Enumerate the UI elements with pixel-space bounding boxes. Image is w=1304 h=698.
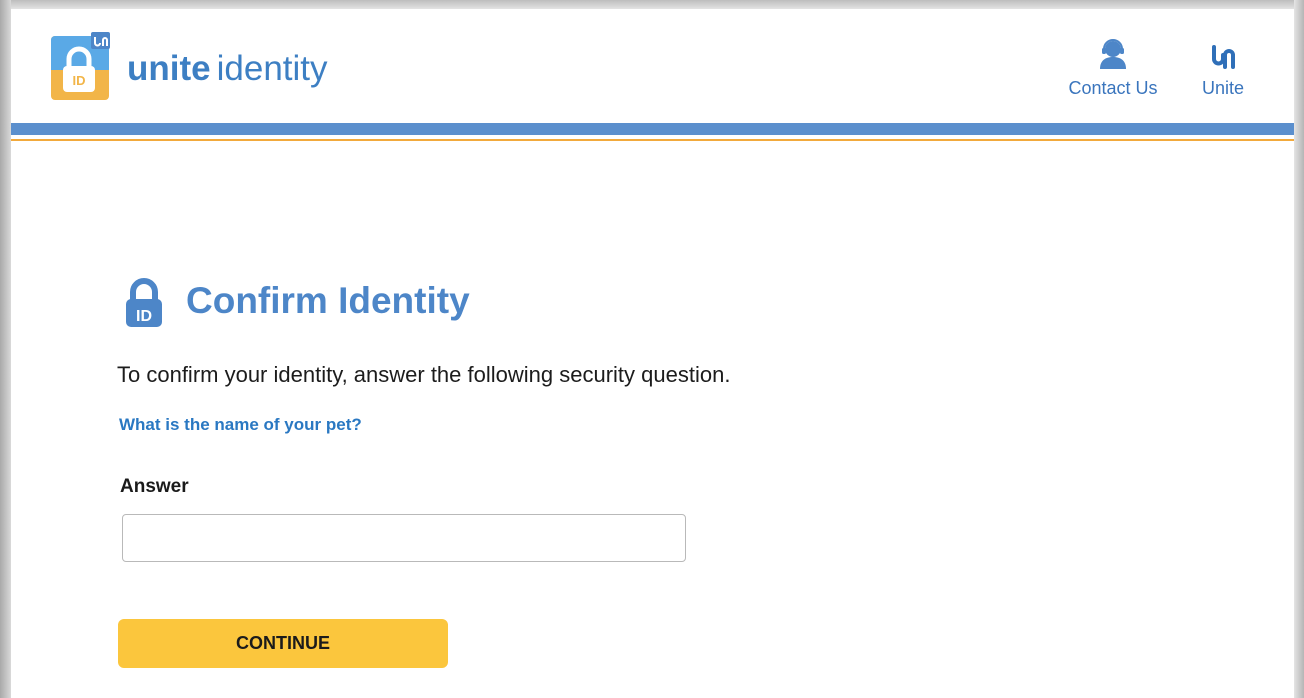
site-header: ID unite identity Contact Us Unite (11, 9, 1294, 123)
page-title: Confirm Identity (186, 280, 470, 321)
person-headset-icon (1100, 39, 1126, 69)
contact-us-link[interactable]: Contact Us (1063, 39, 1163, 98)
continue-button[interactable]: CONTINUE (118, 619, 448, 668)
browser-window: ID unite identity Contact Us Unite ID Co… (0, 0, 1304, 698)
contact-us-label: Contact Us (1068, 78, 1158, 98)
lock-id-icon: ID (126, 278, 162, 327)
unite-label: Unite (1201, 78, 1245, 98)
brand-regular: identity (216, 49, 328, 88)
svg-text:ID: ID (136, 308, 152, 325)
svg-text:ID: ID (73, 73, 86, 88)
header-blue-bar (11, 123, 1294, 135)
window-border-right (1294, 0, 1304, 698)
unite-link[interactable]: Unite (1197, 39, 1249, 98)
header-orange-line (11, 139, 1294, 141)
window-border-left (0, 0, 11, 698)
answer-label: Answer (120, 476, 189, 497)
instructions-text: To confirm your identity, answer the fol… (117, 362, 731, 387)
page: ID unite identity Contact Us Unite ID Co… (11, 9, 1294, 698)
brand-bold: unite (127, 49, 211, 88)
answer-input[interactable] (122, 514, 686, 562)
window-border-top (0, 0, 1304, 9)
unite-identity-lock-logo-icon: ID (51, 32, 110, 100)
unite-logo-icon (1212, 45, 1235, 69)
brand-wordmark: unite identity (127, 49, 328, 89)
security-question: What is the name of your pet? (119, 415, 362, 434)
